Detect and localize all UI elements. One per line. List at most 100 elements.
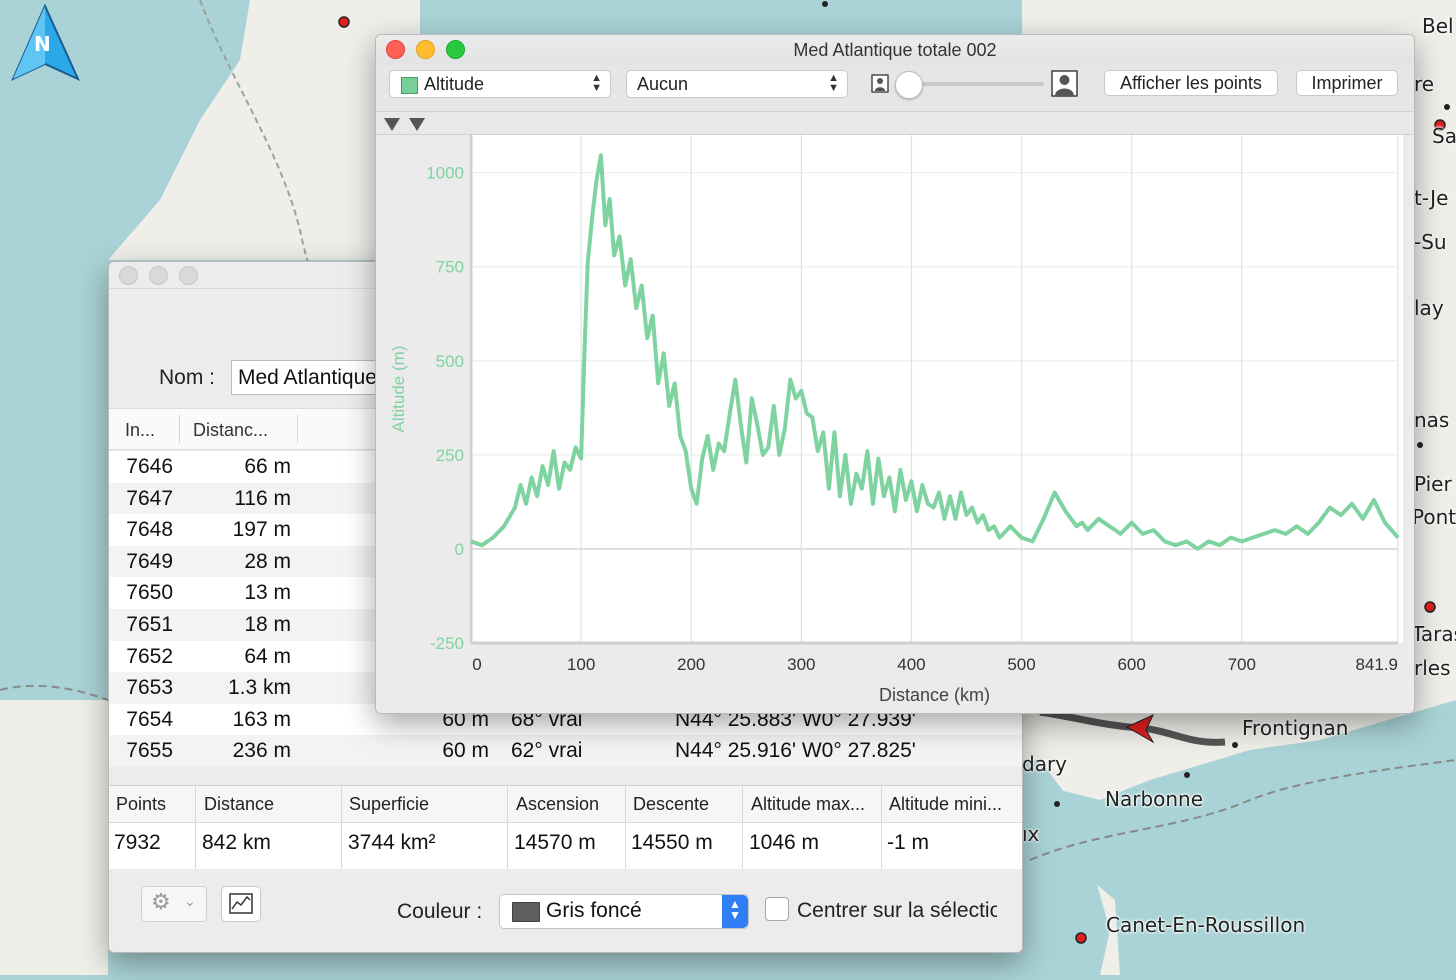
- zoom-slider-track[interactable]: [906, 82, 1044, 86]
- y-tick-label: -250: [430, 634, 464, 653]
- stats-header-altitude-max[interactable]: Altitude max...: [751, 794, 865, 815]
- series-select[interactable]: Altitude ▲ ▼: [389, 70, 611, 98]
- zoom-slider-knob[interactable]: [895, 71, 923, 99]
- elevation-profile-window[interactable]: Med Atlantique totale 002 Altitude ▲ ▼ Au…: [375, 34, 1415, 714]
- zoom-in-icon[interactable]: [1050, 69, 1080, 99]
- name-label: Nom :: [159, 366, 216, 389]
- profile-window-titlebar[interactable]: Med Atlantique totale 002: [376, 35, 1414, 65]
- actions-menu-button[interactable]: ⚙ ⌄: [141, 886, 207, 922]
- stats-header-descente[interactable]: Descente: [633, 794, 709, 815]
- map-label-pier: Pier: [1414, 472, 1452, 496]
- row-distance: 116 m: [234, 486, 291, 510]
- y-tick-label: 750: [436, 258, 464, 277]
- map-label-lay: lay: [1414, 296, 1444, 320]
- select-arrows-icon: ▲ ▼: [722, 895, 748, 928]
- select-arrows-icon: ▲ ▼: [591, 72, 602, 94]
- color-select[interactable]: Gris foncé ▲ ▼: [499, 894, 749, 929]
- zoom-button[interactable]: [179, 266, 198, 285]
- stats-value-altitude-max: 1046 m: [749, 831, 820, 854]
- secondary-series-select[interactable]: Aucun ▲ ▼: [626, 70, 848, 98]
- row-distance: 18 m: [244, 612, 291, 636]
- row-index: 7646: [126, 455, 173, 478]
- stats-value-altitude-min: -1 m: [887, 831, 929, 854]
- stats-header-ascension[interactable]: Ascension: [516, 794, 599, 815]
- series-select-value: Altitude: [424, 74, 485, 94]
- map-label-narbonne: Narbonne: [1105, 787, 1204, 811]
- stats-header-points[interactable]: Points: [116, 794, 166, 815]
- center-on-selection-label[interactable]: Centrer sur la sélection: [797, 899, 997, 923]
- row-distance: 66 m: [244, 455, 291, 478]
- row-distance: 1.3 km: [227, 676, 291, 700]
- chart-area[interactable]: -250 0 250 500 750 1000 0 100 200 300 400 500 600 700…: [376, 135, 1414, 713]
- stats-separator: [625, 786, 626, 870]
- row-altitude: 60 m: [442, 739, 489, 763]
- stats-header-altitude-min[interactable]: Altitude mini...: [889, 794, 1002, 815]
- y-tick-label: 1000: [426, 164, 464, 183]
- stats-separator: [195, 786, 196, 870]
- row-index: 7653: [126, 676, 173, 700]
- map-label-canet: Canet-En-Roussillon: [1106, 913, 1306, 937]
- series-color-swatch: [401, 77, 418, 94]
- profile-toolbar: Altitude ▲ ▼ Aucun ▲ ▼ Afficher les points…: [376, 65, 1414, 112]
- select-arrows-icon: ▲ ▼: [828, 72, 839, 94]
- map-label-ix: ıx: [1022, 822, 1040, 846]
- stats-value-points: 7932: [114, 831, 161, 854]
- x-tick-label: 300: [787, 655, 815, 674]
- stats-separator: [341, 786, 342, 870]
- row-index: 7647: [126, 486, 173, 510]
- x-tick-label: 700: [1228, 655, 1256, 674]
- y-axis-title: Altitude (m): [389, 346, 408, 433]
- window-title: Med Atlantique totale 002: [793, 40, 997, 60]
- route-stats-table: Points Distance Superficie Ascension Des…: [109, 785, 1022, 871]
- map-label-sa: Sa: [1432, 124, 1456, 148]
- row-index: 7654: [126, 707, 173, 731]
- color-select-value: Gris foncé: [546, 899, 642, 922]
- row-coordinates: N44° 25.916' W0° 27.825': [675, 739, 916, 763]
- zoom-out-icon[interactable]: [870, 73, 892, 95]
- map-label-su: -Su: [1414, 230, 1447, 254]
- chart-icon: [229, 893, 253, 914]
- row-index: 7648: [126, 518, 173, 542]
- x-tick-label: 400: [897, 655, 925, 674]
- minimize-button[interactable]: [149, 266, 168, 285]
- stats-separator: [742, 786, 743, 870]
- row-index: 7652: [126, 644, 173, 668]
- y-tick-label: 250: [436, 446, 464, 465]
- start-marker-icon[interactable]: [384, 118, 400, 131]
- show-points-button[interactable]: Afficher les points: [1104, 70, 1278, 96]
- map-label-tje: t-Je: [1414, 186, 1449, 210]
- marker-strip[interactable]: [376, 112, 1414, 135]
- map-label-dary: dary: [1022, 752, 1068, 776]
- map-label-re: re: [1414, 72, 1435, 96]
- x-tick-label: 500: [1007, 655, 1035, 674]
- stats-header-superficie[interactable]: Superficie: [349, 794, 429, 815]
- row-distance: 64 m: [244, 644, 291, 668]
- range-markers: [384, 118, 425, 131]
- row-index: 7649: [126, 549, 173, 573]
- table-row[interactable]: 7655 236 m 60 m 62° vrai N44° 25.916' W0° 27…: [109, 735, 1022, 767]
- x-axis-title: Distance (km): [879, 685, 990, 705]
- column-header-index[interactable]: In...: [125, 420, 155, 441]
- x-tick-label: 100: [567, 655, 595, 674]
- stats-value-distance: 842 km: [202, 831, 271, 854]
- altitude-profile-chart[interactable]: -250 0 250 500 750 1000 0 100 200 300 400 500 600 700…: [376, 135, 1414, 713]
- row-distance: 13 m: [244, 581, 291, 605]
- gear-icon: ⚙: [151, 889, 171, 914]
- stats-separator: [881, 786, 882, 870]
- center-on-selection-checkbox[interactable]: [765, 897, 789, 921]
- map-label-nas: nas: [1414, 408, 1450, 432]
- print-button[interactable]: Imprimer: [1296, 70, 1398, 96]
- stats-value-descente: 14550 m: [631, 831, 713, 854]
- end-marker-icon[interactable]: [409, 118, 425, 131]
- row-distance: 236 m: [232, 739, 291, 763]
- row-index: 7655: [126, 739, 173, 763]
- chevron-down-icon: ⌄: [184, 893, 196, 909]
- stats-header-distance[interactable]: Distance: [204, 794, 274, 815]
- column-header-distance[interactable]: Distanc...: [193, 420, 268, 441]
- y-tick-label: 500: [436, 352, 464, 371]
- show-profile-button[interactable]: [221, 886, 261, 922]
- map-label-pont: Pont-: [1412, 505, 1456, 529]
- close-button[interactable]: [119, 266, 138, 285]
- column-separator: [179, 415, 180, 443]
- secondary-select-value: Aucun: [637, 74, 689, 94]
